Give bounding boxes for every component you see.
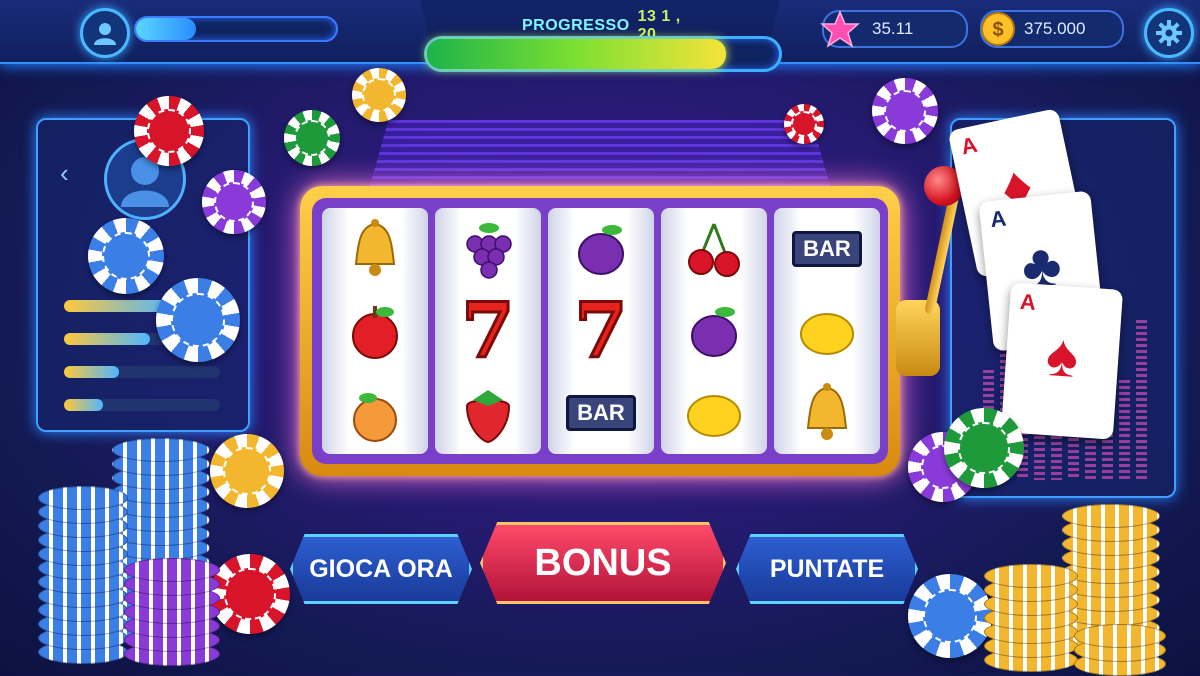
chip-icon [872,78,938,144]
card-rank: A [958,131,980,160]
reel-5: BAR [774,208,880,454]
grapes-icon [435,208,541,290]
lemon-icon [774,290,880,372]
stat-bar [64,399,220,411]
chip-icon [284,110,340,166]
back-arrow-icon[interactable]: ‹ [60,158,69,189]
star-icon [820,10,860,48]
stat-bar-fill [64,366,119,378]
strawberry-icon [435,372,541,454]
chip-icon [352,68,406,122]
chip-icon [908,574,992,658]
apple-icon [322,290,428,372]
chip-icon [156,278,240,362]
bell-icon [774,372,880,454]
coins-counter: $ 375.000 [980,10,1124,48]
reel-window: 7 7 BAR BAR [312,198,888,464]
seven-icon: 7 [573,286,629,375]
card-suit-icon: ♠ [1044,320,1081,391]
chip-icon [134,96,204,166]
chip-icon [944,408,1024,488]
slot-machine: 7 7 BAR BAR [300,186,900,476]
seven-icon: 7 [460,286,516,375]
chip-icon [210,434,284,508]
stars-value: 35.11 [872,19,914,38]
coin-icon: $ [981,12,1015,46]
machine-top [370,120,830,186]
reel-1 [322,208,428,454]
chip-stack-icon [984,564,1078,588]
peach-icon [322,372,428,454]
settings-button[interactable] [1144,8,1194,58]
card-rank: A [989,205,1008,233]
stat-bar [64,366,220,378]
chip-stack-icon [124,558,220,582]
reel-4 [661,208,767,454]
stat-bar-fill [64,399,103,411]
progress-label: PROGRESSO [522,17,630,34]
user-level-fill [136,18,196,40]
chip-icon [88,218,164,294]
card-rank: A [1019,288,1037,316]
equalizer-bar [1136,320,1147,480]
plum-icon [661,290,767,372]
chip-stack-icon [38,486,128,510]
stat-bar-fill [64,333,150,345]
bonus-button[interactable]: BONUS [480,522,726,604]
bets-button[interactable]: PUNTATE [736,534,918,604]
svg-text:$: $ [992,19,1003,41]
bar-icon: BAR [548,372,654,454]
chip-stack-icon [112,438,210,462]
lemon-icon [661,372,767,454]
chip-stack-icon [1074,624,1166,648]
user-icon [94,23,116,45]
plum-icon [548,208,654,290]
gear-icon [1156,20,1182,46]
reel-2: 7 [435,208,541,454]
reel-3: 7 BAR [548,208,654,454]
equalizer-bar [1119,380,1130,480]
coins-value: 375.000 [1024,19,1086,38]
cherry-icon [661,208,767,290]
progress-fill [427,39,727,69]
playing-card: A ♠ [1000,282,1124,440]
chip-icon [202,170,266,234]
progress-bar [424,36,782,72]
bell-icon [322,208,428,290]
chip-icon [210,554,290,634]
stars-counter: 35.11 [820,10,968,48]
user-level-bar [134,16,338,42]
chip-stack-icon [1062,504,1160,528]
profile-button[interactable] [80,8,130,58]
play-now-button[interactable]: GIOCA ORA [290,534,472,604]
chip-icon [784,104,824,144]
bar-icon: BAR [774,208,880,290]
